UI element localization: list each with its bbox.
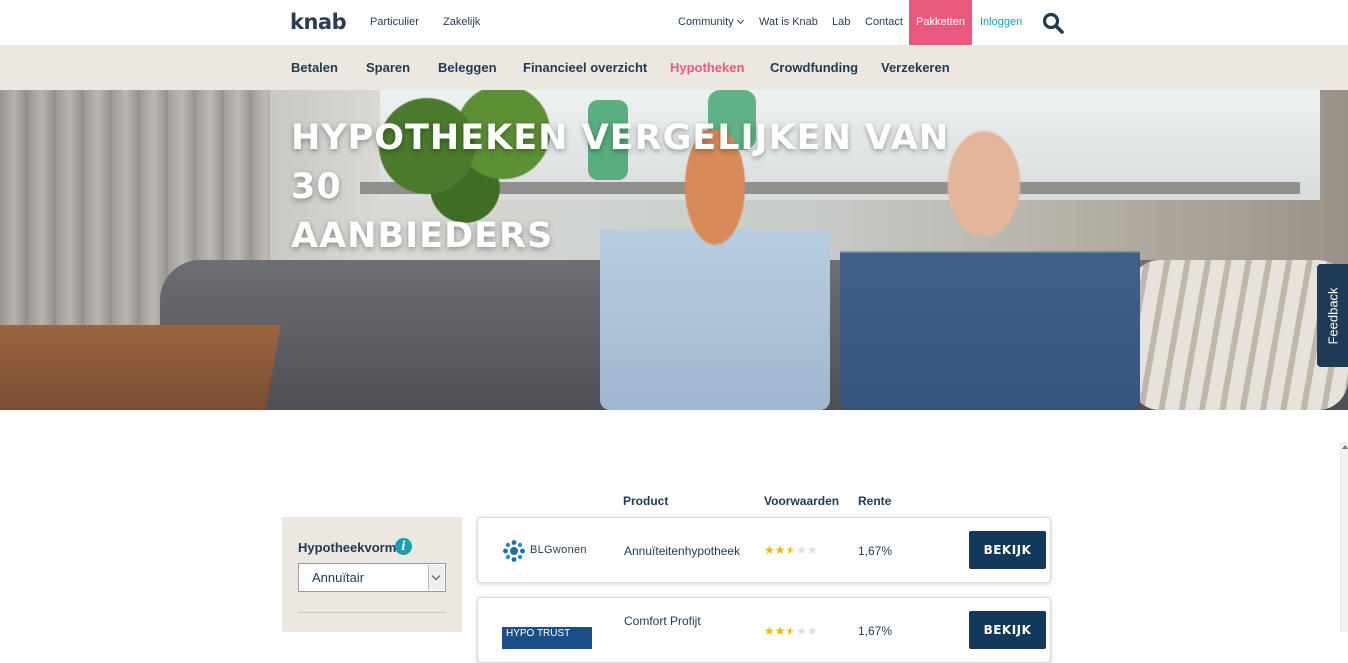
search-button[interactable] (1041, 11, 1065, 35)
filter-panel: Hypotheekvorm i Annuïtair (282, 517, 462, 632)
product-name: Comfort Profijt (624, 614, 701, 628)
main-nav: Betalen Sparen Beleggen Financieel overz… (0, 45, 1348, 90)
chevron-down-icon (736, 16, 744, 25)
select-value: Annuïtair (312, 570, 365, 585)
mainnav-betalen[interactable]: Betalen (291, 60, 338, 75)
nav-lab[interactable]: Lab (832, 16, 850, 28)
nav-particulier[interactable]: Particulier (370, 16, 419, 28)
bekijk-button[interactable]: BEKIJK (969, 531, 1046, 569)
bekijk-button[interactable]: BEKIJK (969, 611, 1046, 649)
rente-value: 1,67% (858, 624, 893, 638)
mainnav-crowdfunding[interactable]: Crowdfunding (770, 60, 858, 75)
column-header-rente: Rente (858, 494, 892, 508)
hero-title: HYPOTHEKEN VERGELIJKEN VAN 30 AANBIEDERS (291, 114, 991, 261)
nav-zakelijk[interactable]: Zakelijk (443, 16, 480, 28)
divider (298, 612, 446, 613)
search-icon (1042, 12, 1064, 34)
nav-contact[interactable]: Contact (865, 16, 903, 28)
scrollbar[interactable] (1340, 442, 1348, 632)
feedback-tab[interactable]: Feedback (1317, 264, 1348, 367)
brand-logo-hypotrust: HYPO TRUST (502, 619, 612, 649)
mainnav-verzekeren[interactable]: Verzekeren (881, 60, 950, 75)
hero-pillow (1130, 260, 1348, 410)
mainnav-beleggen[interactable]: Beleggen (438, 60, 497, 75)
knab-logo[interactable]: knab (290, 10, 347, 34)
table-row: BLGwonen Annuïteitenhypotheek ★★★★★ 1,67… (477, 517, 1051, 583)
brand-name: HYPO TRUST (502, 627, 592, 649)
hero-chair (0, 325, 281, 410)
nav-community-label: Community (678, 16, 734, 28)
blg-logo-icon (503, 540, 525, 562)
table-row: HYPO TRUST Comfort Profijt ★★★★★ 1,67% B… (477, 597, 1051, 663)
nav-community[interactable]: Community (678, 16, 744, 28)
rating-stars: ★★★★★ (764, 624, 818, 638)
filter-label-hypotheekvorm: Hypotheekvorm (298, 540, 397, 555)
rating-stars: ★★★★★ (764, 543, 818, 557)
column-header-product: Product (623, 494, 669, 508)
rente-value: 1,67% (858, 544, 893, 558)
inloggen-link[interactable]: Inloggen (980, 16, 1022, 28)
info-icon[interactable]: i (395, 538, 412, 555)
mainnav-sparen[interactable]: Sparen (366, 60, 410, 75)
hero-title-line: AANBIEDERS (291, 216, 554, 256)
feedback-label: Feedback (1325, 286, 1340, 345)
mainnav-hypotheken[interactable]: Hypotheken (670, 60, 744, 75)
pakketten-button[interactable]: Pakketten (909, 0, 972, 45)
hero-title-line: HYPOTHEKEN VERGELIJKEN VAN 30 (291, 118, 950, 207)
product-name: Annuïteitenhypotheek (624, 544, 741, 558)
chevron-down-icon (428, 565, 444, 590)
brand-logo-blgwonen: BLGwonen (502, 539, 612, 563)
nav-wat-is-knab[interactable]: Wat is Knab (759, 16, 818, 28)
hypotheekvorm-select[interactable]: Annuïtair (298, 563, 446, 592)
top-bar: knab Particulier Zakelijk Community Wat … (0, 0, 1348, 45)
brand-name: BLGwonen (530, 544, 587, 556)
mainnav-financieel-overzicht[interactable]: Financieel overzicht (523, 60, 647, 75)
column-header-voorwaarden: Voorwaarden (764, 494, 840, 508)
